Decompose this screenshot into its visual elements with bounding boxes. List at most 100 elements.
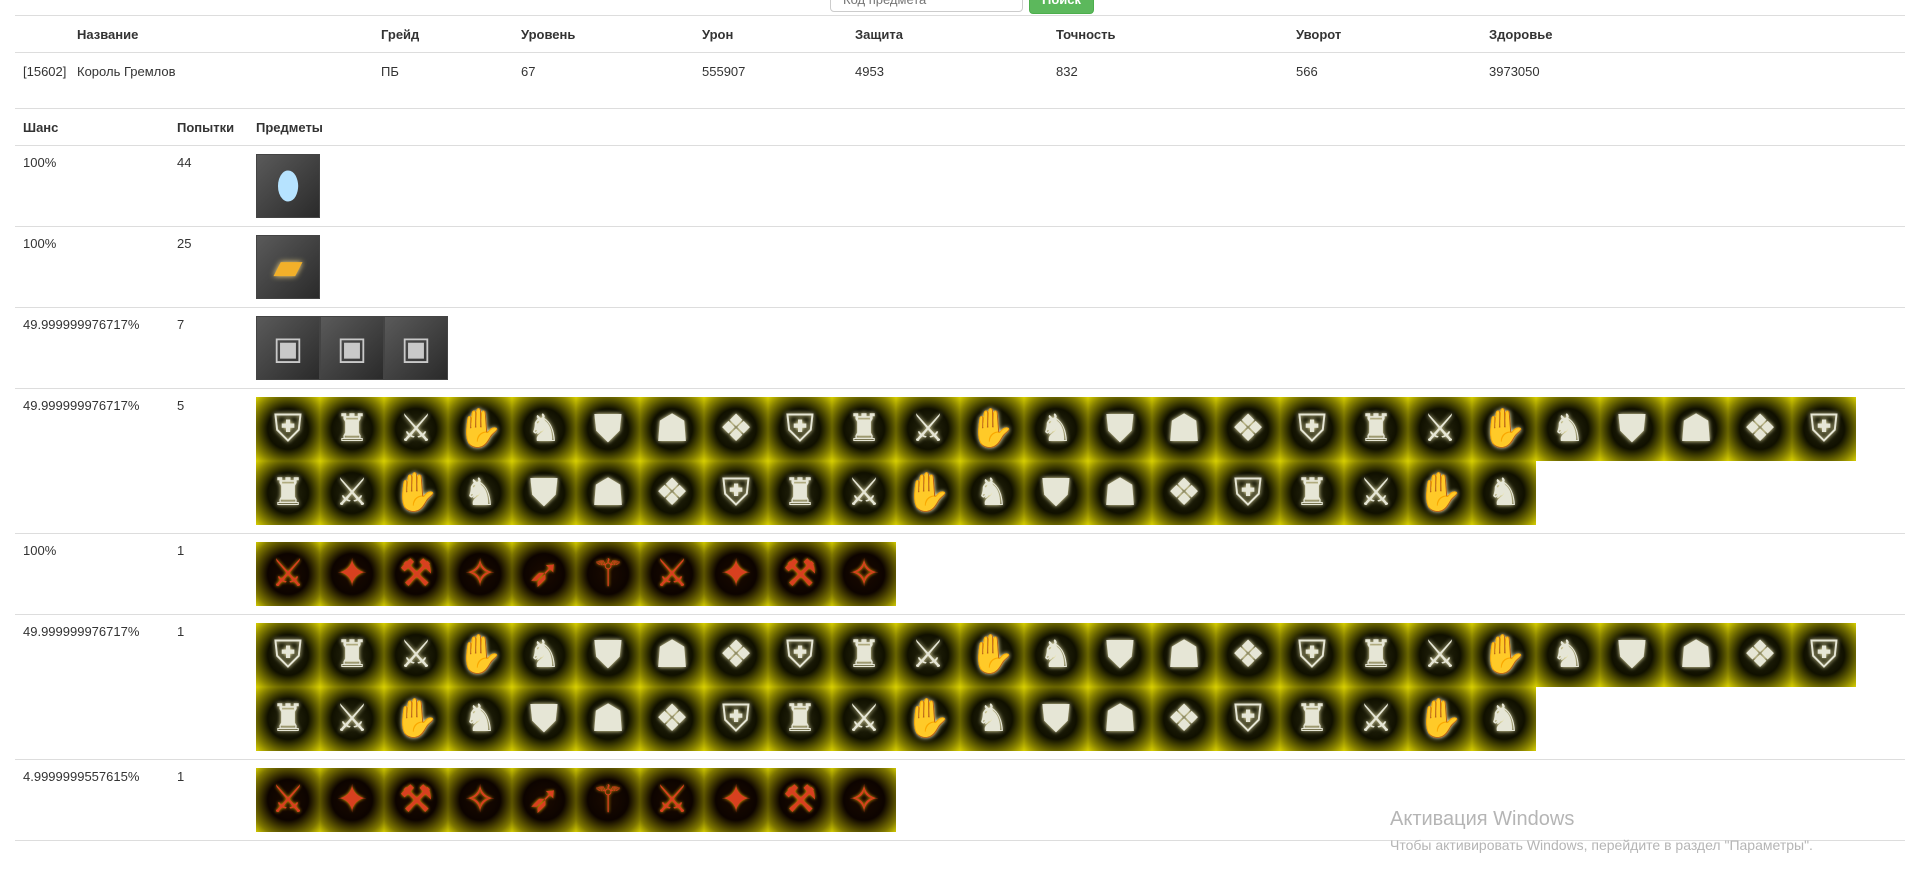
- weapon-item-icon[interactable]: ✦: [320, 542, 384, 606]
- armor-item-icon[interactable]: ♞: [1472, 461, 1536, 525]
- armor-item-icon[interactable]: ✋: [448, 397, 512, 461]
- weapon-item-icon[interactable]: ⚒: [768, 768, 832, 832]
- armor-item-icon[interactable]: ✋: [960, 623, 1024, 687]
- armor-item-icon[interactable]: ☗: [1664, 623, 1728, 687]
- armor-item-icon[interactable]: ⚔: [832, 687, 896, 751]
- armor-item-icon[interactable]: ✋: [448, 623, 512, 687]
- weapon-item-icon[interactable]: ✧: [832, 768, 896, 832]
- weapon-item-icon[interactable]: ✧: [448, 542, 512, 606]
- item-code-search-input[interactable]: [830, 0, 1023, 12]
- armor-item-icon[interactable]: ♞: [1536, 397, 1600, 461]
- armor-item-icon[interactable]: ⛊: [576, 623, 640, 687]
- armor-item-icon[interactable]: ☗: [576, 687, 640, 751]
- armor-item-icon[interactable]: ☗: [576, 461, 640, 525]
- armor-item-icon[interactable]: ☗: [1152, 397, 1216, 461]
- search-button[interactable]: Поиск: [1029, 0, 1095, 14]
- armor-item-icon[interactable]: ⛊: [1024, 461, 1088, 525]
- armor-item-icon[interactable]: ♜: [1280, 687, 1344, 751]
- chest-item-icon[interactable]: ▣: [384, 316, 448, 380]
- armor-item-icon[interactable]: ⚔: [320, 461, 384, 525]
- armor-item-icon[interactable]: ⛨: [1792, 623, 1856, 687]
- armor-item-icon[interactable]: ❖: [1728, 623, 1792, 687]
- armor-item-icon[interactable]: ✋: [384, 687, 448, 751]
- armor-item-icon[interactable]: ❖: [1216, 397, 1280, 461]
- weapon-item-icon[interactable]: ⚔: [256, 542, 320, 606]
- gold-bar-item-icon[interactable]: ▰: [256, 235, 320, 299]
- armor-item-icon[interactable]: ♜: [256, 687, 320, 751]
- armor-item-icon[interactable]: ♜: [1280, 461, 1344, 525]
- weapon-item-icon[interactable]: ✧: [832, 542, 896, 606]
- armor-item-icon[interactable]: ⛊: [576, 397, 640, 461]
- chest-item-icon[interactable]: ▣: [320, 316, 384, 380]
- weapon-item-icon[interactable]: ✧: [448, 768, 512, 832]
- armor-item-icon[interactable]: ♜: [832, 623, 896, 687]
- armor-item-icon[interactable]: ♜: [832, 397, 896, 461]
- armor-item-icon[interactable]: ♜: [1344, 397, 1408, 461]
- armor-item-icon[interactable]: ⚔: [896, 397, 960, 461]
- armor-item-icon[interactable]: ❖: [1216, 623, 1280, 687]
- armor-item-icon[interactable]: ⛨: [1216, 461, 1280, 525]
- armor-item-icon[interactable]: ♜: [768, 461, 832, 525]
- armor-item-icon[interactable]: ⛨: [768, 397, 832, 461]
- armor-item-icon[interactable]: ⛊: [1088, 397, 1152, 461]
- weapon-item-icon[interactable]: ➶: [512, 542, 576, 606]
- armor-item-icon[interactable]: ⛊: [512, 687, 576, 751]
- weapon-item-icon[interactable]: ✦: [704, 768, 768, 832]
- weapon-item-icon[interactable]: ✦: [704, 542, 768, 606]
- armor-item-icon[interactable]: ♞: [512, 623, 576, 687]
- armor-item-icon[interactable]: ⚔: [384, 397, 448, 461]
- armor-item-icon[interactable]: ♜: [320, 623, 384, 687]
- weapon-item-icon[interactable]: ⚔: [256, 768, 320, 832]
- armor-item-icon[interactable]: ♜: [320, 397, 384, 461]
- armor-item-icon[interactable]: ✋: [960, 397, 1024, 461]
- armor-item-icon[interactable]: ❖: [640, 461, 704, 525]
- armor-item-icon[interactable]: ✋: [1472, 623, 1536, 687]
- armor-item-icon[interactable]: ⛨: [1216, 687, 1280, 751]
- armor-item-icon[interactable]: ♜: [256, 461, 320, 525]
- armor-item-icon[interactable]: ☗: [640, 623, 704, 687]
- armor-item-icon[interactable]: ❖: [1152, 687, 1216, 751]
- armor-item-icon[interactable]: ⛨: [1792, 397, 1856, 461]
- armor-item-icon[interactable]: ⛨: [704, 687, 768, 751]
- armor-item-icon[interactable]: ⛨: [1280, 623, 1344, 687]
- armor-item-icon[interactable]: ♞: [1536, 623, 1600, 687]
- armor-item-icon[interactable]: ♜: [768, 687, 832, 751]
- armor-item-icon[interactable]: ☗: [1088, 687, 1152, 751]
- armor-item-icon[interactable]: ⛨: [704, 461, 768, 525]
- weapon-item-icon[interactable]: ⚔: [640, 542, 704, 606]
- armor-item-icon[interactable]: ⚔: [1344, 461, 1408, 525]
- armor-item-icon[interactable]: ♞: [512, 397, 576, 461]
- weapon-item-icon[interactable]: ⚚: [576, 768, 640, 832]
- armor-item-icon[interactable]: ☗: [640, 397, 704, 461]
- armor-item-icon[interactable]: ☗: [1664, 397, 1728, 461]
- weapon-item-icon[interactable]: ⚒: [384, 768, 448, 832]
- armor-item-icon[interactable]: ⚔: [896, 623, 960, 687]
- armor-item-icon[interactable]: ☗: [1088, 461, 1152, 525]
- armor-item-icon[interactable]: ⛨: [256, 623, 320, 687]
- armor-item-icon[interactable]: ⛊: [512, 461, 576, 525]
- armor-item-icon[interactable]: ♞: [1024, 397, 1088, 461]
- armor-item-icon[interactable]: ♞: [448, 461, 512, 525]
- armor-item-icon[interactable]: ⛨: [768, 623, 832, 687]
- weapon-item-icon[interactable]: ⚒: [384, 542, 448, 606]
- armor-item-icon[interactable]: ❖: [1728, 397, 1792, 461]
- armor-item-icon[interactable]: ♞: [960, 461, 1024, 525]
- armor-item-icon[interactable]: ♞: [1472, 687, 1536, 751]
- weapon-item-icon[interactable]: ⚔: [640, 768, 704, 832]
- weapon-item-icon[interactable]: ✦: [320, 768, 384, 832]
- armor-item-icon[interactable]: ♞: [448, 687, 512, 751]
- weapon-item-icon[interactable]: ⚒: [768, 542, 832, 606]
- armor-item-icon[interactable]: ☗: [1152, 623, 1216, 687]
- armor-item-icon[interactable]: ⚔: [832, 461, 896, 525]
- armor-item-icon[interactable]: ❖: [1152, 461, 1216, 525]
- armor-item-icon[interactable]: ⚔: [1408, 397, 1472, 461]
- armor-item-icon[interactable]: ♜: [1344, 623, 1408, 687]
- armor-item-icon[interactable]: ❖: [704, 397, 768, 461]
- armor-item-icon[interactable]: ⛨: [1280, 397, 1344, 461]
- armor-item-icon[interactable]: ♞: [960, 687, 1024, 751]
- armor-item-icon[interactable]: ✋: [1472, 397, 1536, 461]
- armor-item-icon[interactable]: ⛨: [256, 397, 320, 461]
- armor-item-icon[interactable]: ⚔: [320, 687, 384, 751]
- armor-item-icon[interactable]: ✋: [1408, 687, 1472, 751]
- armor-item-icon[interactable]: ❖: [640, 687, 704, 751]
